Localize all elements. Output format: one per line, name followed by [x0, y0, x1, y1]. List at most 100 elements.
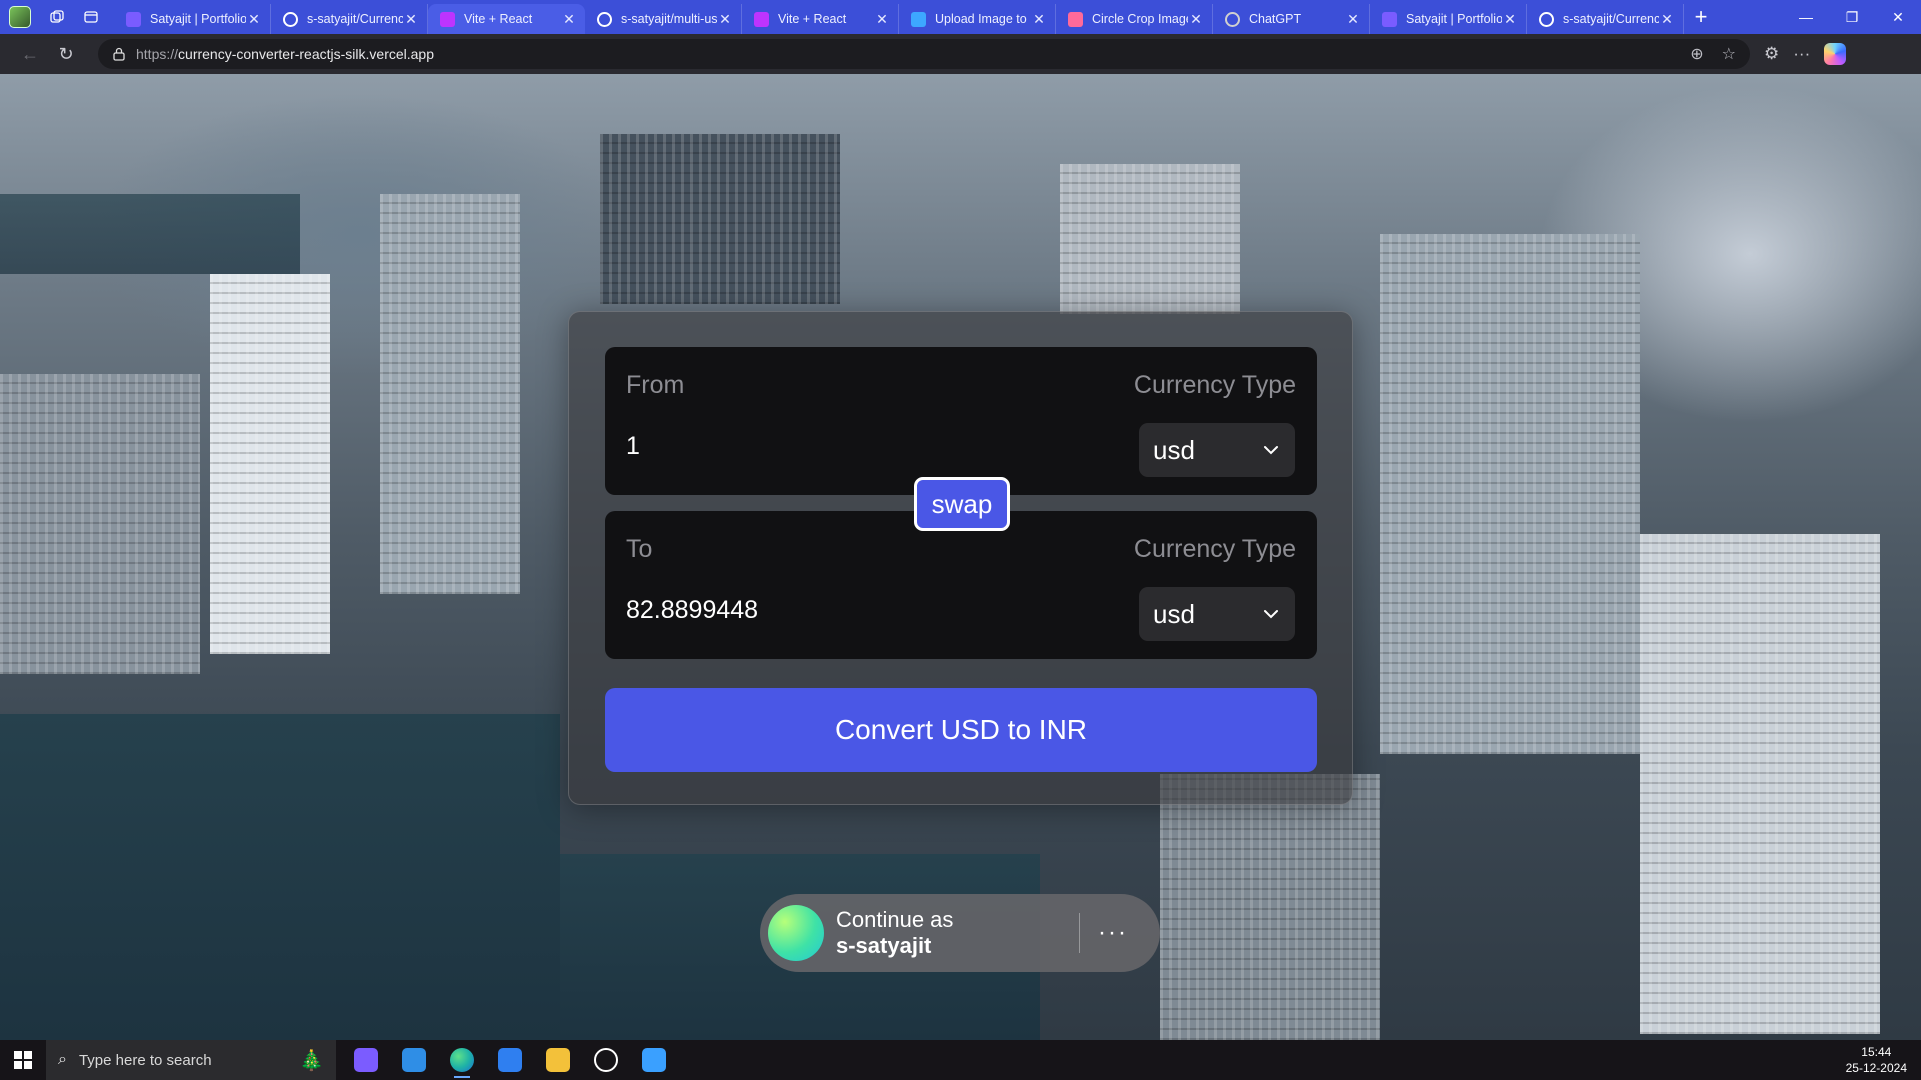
back-button[interactable]: ← — [12, 38, 48, 70]
favorite-star-icon[interactable]: ☆ — [1722, 44, 1736, 64]
browser-tab[interactable]: Circle Crop Image ✕ — [1056, 4, 1213, 34]
tab-actions-icon[interactable] — [74, 0, 108, 34]
tab-title: Upload Image to I — [935, 12, 1031, 26]
tab-list: Satyajit | Portfolio ✕ s-satyajit/Currency… — [114, 0, 1684, 34]
to-currency-select[interactable]: usd — [1139, 587, 1295, 641]
vite-icon — [440, 11, 455, 27]
continue-as-label: Continue as — [836, 907, 954, 932]
tab-title: s-satyajit/Currency — [1563, 12, 1659, 26]
browser-tab[interactable]: s-satyajit/multi-us ✕ — [585, 4, 742, 34]
close-window-button[interactable]: ✕ — [1875, 0, 1921, 34]
swap-button[interactable]: swap — [914, 477, 1010, 531]
extensions-icon[interactable]: ⚙ — [1764, 44, 1779, 64]
edge-icon — [450, 1048, 474, 1072]
minimize-button[interactable]: — — [1783, 0, 1829, 34]
close-tab-icon[interactable]: ✕ — [1188, 11, 1204, 28]
lock-icon[interactable] — [112, 46, 126, 62]
tab-title: ChatGPT — [1249, 12, 1302, 26]
browser-tab[interactable]: Vite + React ✕ — [428, 4, 585, 34]
address-bar[interactable]: https://currency-converter-reactjs-silk.… — [98, 39, 1750, 69]
github-icon — [597, 11, 612, 27]
copilot-icon[interactable] — [1824, 43, 1847, 65]
chevron-down-icon — [1261, 440, 1281, 460]
to-amount-input[interactable] — [626, 593, 1106, 627]
account-name: s-satyajit — [836, 933, 932, 958]
window-controls: — ❐ ✕ — [1783, 0, 1921, 34]
profile-button[interactable] — [0, 0, 40, 34]
github-icon — [283, 11, 298, 27]
close-tab-icon[interactable]: ✕ — [717, 11, 733, 28]
threads-icon — [594, 1048, 618, 1072]
tab-title: Circle Crop Image — [1092, 12, 1188, 26]
github-icon — [1539, 11, 1554, 27]
taskbar-app[interactable] — [486, 1040, 534, 1080]
from-amount-input[interactable] — [626, 429, 1106, 463]
to-label: To — [626, 535, 653, 563]
browser-tab[interactable]: Satyajit | Portfolio ✕ — [114, 4, 271, 34]
tab-title: s-satyajit/multi-us — [621, 12, 717, 26]
to-currency-value: usd — [1153, 598, 1195, 629]
close-tab-icon[interactable]: ✕ — [1502, 11, 1518, 28]
profile-avatar — [9, 6, 31, 28]
to-panel: To Currency Type usd — [605, 511, 1317, 659]
converter-card: From Currency Type usd To Currency Type … — [568, 311, 1353, 805]
from-currency-select[interactable]: usd — [1139, 423, 1295, 477]
vscode-icon — [402, 1048, 426, 1072]
todo-icon — [498, 1048, 522, 1072]
close-tab-icon[interactable]: ✕ — [246, 11, 262, 28]
workspaces-icon[interactable] — [40, 0, 74, 34]
taskbar-app[interactable] — [342, 1040, 390, 1080]
search-icon: ⌕ — [58, 1051, 67, 1068]
close-tab-icon[interactable]: ✕ — [874, 11, 890, 28]
chevron-down-icon — [1261, 604, 1281, 624]
close-tab-icon[interactable]: ✕ — [561, 11, 577, 28]
windows-logo-icon — [14, 1051, 32, 1069]
restore-button[interactable]: ❐ — [1829, 0, 1875, 34]
system-clock[interactable]: 15:44 25-12-2024 — [1846, 1044, 1907, 1076]
more-menu-icon[interactable]: ··· — [1793, 44, 1810, 64]
close-tab-icon[interactable]: ✕ — [403, 11, 419, 28]
browser-toolbar: ← ↻ https://currency-converter-reactjs-s… — [0, 34, 1921, 74]
taskbar-app[interactable] — [390, 1040, 438, 1080]
vite-icon — [754, 11, 769, 27]
close-tab-icon[interactable]: ✕ — [1659, 11, 1675, 28]
more-options-button[interactable]: ··· — [1080, 919, 1146, 947]
clock-date: 25-12-2024 — [1845, 1061, 1907, 1075]
close-tab-icon[interactable]: ✕ — [1031, 11, 1047, 28]
pinned-apps — [342, 1040, 678, 1080]
browser-tab[interactable]: Vite + React ✕ — [742, 4, 899, 34]
windows-taskbar: ⌕ Type here to search 🎄 15:44 25-12-2024 — [0, 1040, 1921, 1080]
chatgpt-icon — [1225, 11, 1240, 27]
search-highlight-icon: 🎄 — [299, 1049, 324, 1072]
refresh-button[interactable]: ↻ — [48, 38, 84, 70]
clock-time: 15:44 — [1861, 1045, 1892, 1059]
crop-icon — [1068, 11, 1083, 27]
google-one-tap-prompt[interactable]: Continue as s-satyajit ··· — [760, 894, 1160, 972]
browser-tab[interactable]: ChatGPT ✕ — [1213, 4, 1370, 34]
photos-icon — [642, 1048, 666, 1072]
to-currency-type-label: Currency Type — [1133, 535, 1296, 563]
windows-start-button[interactable] — [0, 1040, 46, 1080]
avatar — [768, 905, 824, 961]
tab-title: Satyajit | Portfolio — [150, 12, 246, 26]
upload-icon — [911, 11, 926, 27]
tab-title: Vite + React — [464, 12, 533, 26]
browser-tab-strip: Satyajit | Portfolio ✕ s-satyajit/Currency… — [0, 0, 1921, 34]
tab-title: Vite + React — [778, 12, 847, 26]
search-placeholder: Type here to search — [78, 1051, 212, 1069]
browser-tab[interactable]: s-satyajit/Currency ✕ — [1527, 4, 1684, 34]
taskbar-search-box[interactable]: ⌕ Type here to search 🎄 — [46, 1040, 336, 1080]
new-tab-button[interactable]: + — [1684, 0, 1718, 34]
browser-tab[interactable]: Satyajit | Portfolio ✕ — [1370, 4, 1527, 34]
from-currency-type-label: Currency Type — [1133, 371, 1296, 399]
taskbar-app[interactable] — [534, 1040, 582, 1080]
zoom-icon[interactable]: ⊕ — [1690, 44, 1703, 64]
close-tab-icon[interactable]: ✕ — [1345, 11, 1361, 28]
taskbar-app[interactable] — [438, 1040, 486, 1080]
browser-tab[interactable]: Upload Image to I ✕ — [899, 4, 1056, 34]
taskbar-app[interactable] — [630, 1040, 678, 1080]
from-panel: From Currency Type usd — [605, 347, 1317, 495]
browser-tab[interactable]: s-satyajit/Currency ✕ — [271, 4, 428, 34]
convert-button[interactable]: Convert USD to INR — [605, 688, 1317, 772]
taskbar-app[interactable] — [582, 1040, 630, 1080]
